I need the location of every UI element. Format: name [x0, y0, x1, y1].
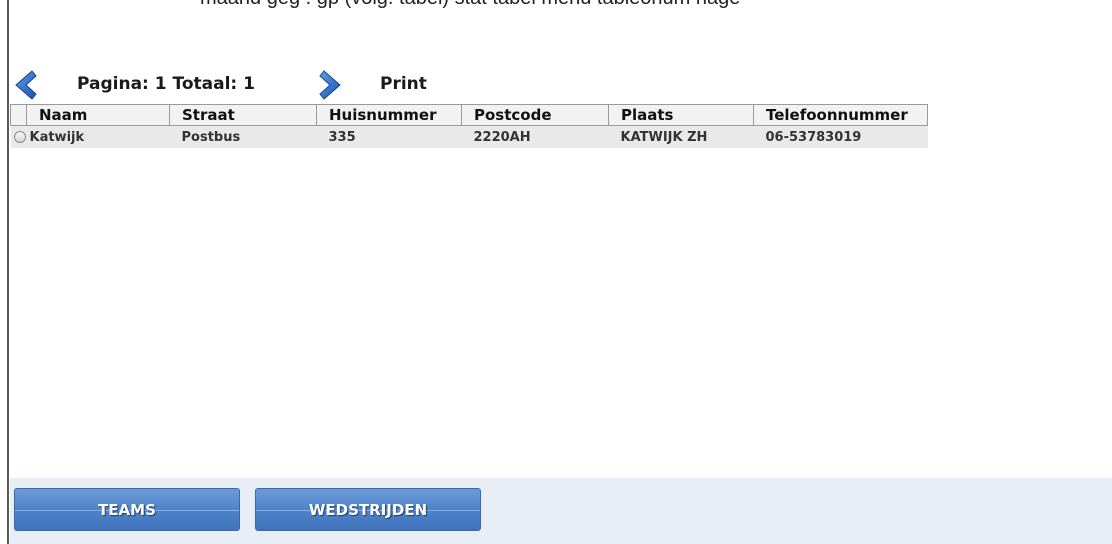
table-header-row: Naam Straat Huisnummer Postcode Plaats T… [10, 104, 928, 126]
column-header-telefoonnummer[interactable]: Telefoonnummer [753, 104, 928, 126]
teams-button[interactable]: TEAMS [14, 488, 240, 531]
column-header-naam[interactable]: Naam [26, 104, 170, 126]
wedstrijden-button[interactable]: WEDSTRIJDEN [255, 488, 481, 531]
print-link[interactable]: Print [380, 74, 427, 94]
cell-straat: Postbus [169, 125, 317, 148]
row-select-cell [10, 125, 27, 148]
header-strip: maand geg . gp (volg. tabel) stat tabel … [10, 0, 1112, 14]
footer-bar: TEAMS WEDSTRIJDEN [10, 478, 1112, 544]
window-left-border [7, 0, 9, 544]
next-page-button[interactable] [316, 69, 346, 101]
cell-naam: Katwijk [26, 125, 170, 148]
column-header-huisnummer[interactable]: Huisnummer [316, 104, 462, 126]
row-radio-button[interactable] [13, 131, 26, 143]
page-status: Pagina: 1 Totaal: 1 [77, 74, 255, 94]
teams-button-label: TEAMS [98, 501, 156, 519]
select-column-header [10, 104, 27, 126]
cell-postcode: 2220AH [461, 125, 609, 148]
wedstrijden-button-label: WEDSTRIJDEN [308, 501, 428, 519]
column-header-plaats[interactable]: Plaats [608, 104, 754, 126]
header-clipped-text: maand geg . gp (volg. tabel) stat tabel … [200, 0, 740, 10]
results-table: Naam Straat Huisnummer Postcode Plaats T… [10, 104, 928, 148]
table-row[interactable]: Katwijk Postbus 335 2220AH KATWIJK ZH 06… [10, 125, 928, 148]
pager: Pagina: 1 Totaal: 1 Print [10, 69, 610, 101]
column-header-postcode[interactable]: Postcode [461, 104, 609, 126]
cell-plaats: KATWIJK ZH [608, 125, 754, 148]
chevron-right-icon [319, 70, 341, 100]
column-header-straat[interactable]: Straat [169, 104, 317, 126]
previous-page-button[interactable] [10, 69, 40, 101]
cell-huisnummer: 335 [316, 125, 462, 148]
cell-telefoonnummer: 06-53783019 [753, 125, 928, 148]
chevron-left-icon [15, 70, 37, 100]
